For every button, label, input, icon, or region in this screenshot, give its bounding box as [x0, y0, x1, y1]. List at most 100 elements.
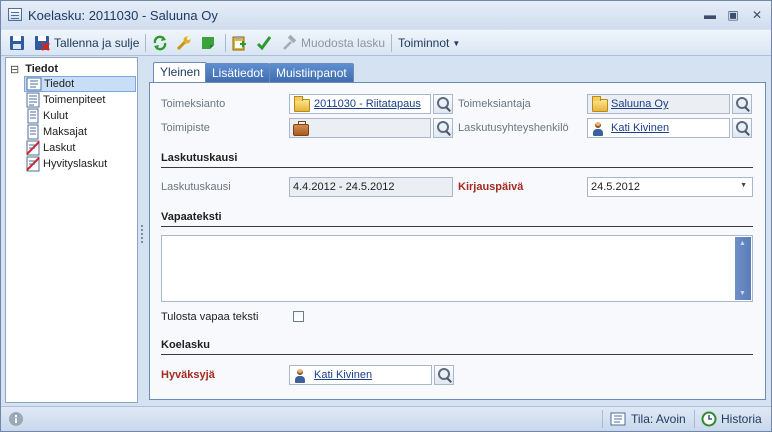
section-divider	[161, 226, 753, 227]
chevron-down-icon: ▼	[452, 38, 461, 48]
tree-item-label: Toimenpiteet	[43, 94, 106, 106]
hammer-icon	[281, 34, 297, 51]
laskutuskausi-value: 4.4.2012 - 24.5.2012	[293, 181, 395, 193]
info-icon[interactable]	[8, 410, 24, 428]
settings-button[interactable]	[176, 33, 192, 53]
toolbar-separator	[145, 34, 146, 52]
tree-item-label: Laskut	[43, 142, 76, 154]
hyvaksyja-lookup-button[interactable]	[434, 365, 454, 385]
tree-item-label: Maksajat	[43, 126, 88, 138]
history-button[interactable]: Historia	[701, 410, 762, 428]
toimipiste-label: Toimipiste	[161, 122, 210, 134]
title-bar: Koelasku: 2011030 - Saluuna Oy ▬ ▣ ✕	[1, 1, 771, 29]
statusbar-separator	[602, 410, 603, 428]
laskutuskausi-label: Laskutuskausi	[161, 181, 231, 193]
toimeksianto-lookup-button[interactable]	[433, 94, 453, 114]
scroll-down-icon[interactable]: ▼	[739, 290, 746, 297]
close-button[interactable]: ✕	[746, 6, 768, 24]
invoice-icon	[25, 140, 41, 156]
folder-icon	[294, 96, 310, 112]
actions-menu[interactable]: Toiminnot ▼	[398, 33, 460, 53]
tab-lisatiedot[interactable]: Lisätiedot	[205, 63, 271, 83]
vapaateksti-section-title: Vapaateksti	[161, 211, 222, 223]
save-close-icon	[34, 35, 50, 51]
form-icon	[8, 8, 22, 21]
app-window: Koelasku: 2011030 - Saluuna Oy ▬ ▣ ✕ Tal…	[0, 0, 772, 432]
toimeksiantaja-label: Toimeksiantaja	[458, 98, 531, 110]
statusbar-separator	[694, 410, 695, 428]
tree-item-toimenpiteet[interactable]: Toimenpiteet	[25, 92, 107, 108]
toolbar-separator	[225, 34, 226, 52]
toimeksiantaja-field[interactable]: Saluuna Oy	[587, 94, 730, 114]
tab-panel-yleinen: Toimeksianto 2011030 - Riitatapaus Toime…	[149, 82, 766, 400]
splitter-handle[interactable]	[139, 57, 145, 403]
chevron-down-icon[interactable]: ▼	[740, 182, 747, 189]
navigation-tree: ⊟ Tiedot Tiedot Toimenpiteet Kulut Maksa…	[5, 57, 138, 403]
hyvaksyja-link[interactable]: Kati Kivinen	[314, 369, 372, 381]
tree-item-tiedot[interactable]: Tiedot	[24, 76, 136, 92]
tree-item-label: Tiedot	[44, 78, 75, 90]
create-invoice-button[interactable]: Muodosta lasku	[281, 33, 385, 53]
scroll-up-icon[interactable]: ▲	[739, 240, 746, 247]
history-label: Historia	[721, 412, 762, 426]
history-icon	[701, 411, 717, 427]
toimeksiantaja-link[interactable]: Saluuna Oy	[611, 98, 668, 110]
toimeksianto-field[interactable]: 2011030 - Riitatapaus	[289, 94, 431, 114]
toimipiste-field[interactable]	[289, 118, 431, 138]
refresh-button[interactable]	[152, 33, 168, 53]
tree-item-hyvityslaskut[interactable]: Hyvityslaskut	[25, 156, 109, 172]
toimipiste-lookup-button[interactable]	[433, 118, 453, 138]
clipboard-icon	[231, 35, 247, 51]
credit-note-icon	[25, 156, 41, 172]
laskutuskausi-section-title: Laskutuskausi	[161, 152, 238, 164]
toimeksiantaja-lookup-button[interactable]	[732, 94, 752, 114]
tree-item-laskut[interactable]: Laskut	[25, 140, 77, 156]
note-button[interactable]	[200, 33, 216, 53]
document-icon	[25, 124, 41, 140]
yhteyshenkilo-field[interactable]: Kati Kivinen	[587, 118, 730, 138]
form-icon	[26, 76, 42, 92]
wrench-icon	[176, 35, 192, 51]
yhteyshenkilo-link[interactable]: Kati Kivinen	[611, 122, 669, 134]
minimize-button[interactable]: ▬	[699, 6, 721, 24]
section-divider	[161, 354, 753, 355]
textarea-scrollbar[interactable]: ▲ ▼	[735, 237, 751, 300]
yhteyshenkilo-label: Laskutusyhteyshenkilö	[458, 122, 569, 134]
tree-item-maksajat[interactable]: Maksajat	[25, 124, 89, 140]
toolbar: Tallenna ja sulje Muodosta lasku Toiminn…	[1, 30, 771, 56]
task-list-icon	[25, 92, 41, 108]
toolbar-separator	[391, 34, 392, 52]
save-button[interactable]	[9, 33, 25, 53]
toimeksianto-label: Toimeksianto	[161, 98, 226, 110]
section-divider	[161, 167, 753, 168]
tree-item-label: Hyvityslaskut	[43, 158, 108, 170]
tree-item-kulut[interactable]: Kulut	[25, 108, 70, 124]
tree-item-label: Kulut	[43, 110, 69, 122]
toimeksianto-link[interactable]: 2011030 - Riitatapaus	[314, 98, 421, 110]
tab-muistiinpanot[interactable]: Muistiinpanot	[269, 63, 354, 83]
briefcase-icon	[293, 121, 309, 136]
hyvaksyja-field[interactable]: Kati Kivinen	[289, 365, 432, 385]
tab-yleinen[interactable]: Yleinen	[153, 62, 208, 84]
tree-root-tiedot[interactable]: ⊟ Tiedot	[10, 61, 60, 77]
laskutuskausi-field: 4.4.2012 - 24.5.2012	[289, 177, 453, 197]
save-and-close-button[interactable]: Tallenna ja sulje	[34, 33, 139, 53]
hyvaksyja-label: Hyväksyjä	[161, 369, 215, 381]
folder-icon	[592, 96, 608, 112]
save-and-close-label: Tallenna ja sulje	[54, 36, 140, 50]
create-invoice-label: Muodosta lasku	[301, 36, 386, 50]
approve-button[interactable]	[256, 33, 272, 53]
tree-root-label: Tiedot	[25, 63, 59, 75]
kirjauspaiva-dropdown[interactable]: 24.5.2012 ▼	[587, 177, 753, 197]
paste-button[interactable]	[231, 33, 247, 53]
tulosta-checkbox[interactable]	[293, 311, 304, 322]
form-icon	[610, 411, 626, 427]
note-icon	[200, 35, 216, 51]
vapaateksti-textarea[interactable]: ▲ ▼	[161, 235, 753, 302]
kirjauspaiva-label: Kirjauspäivä	[458, 181, 524, 193]
yhteyshenkilo-lookup-button[interactable]	[732, 118, 752, 138]
document-icon	[25, 108, 41, 124]
collapse-icon[interactable]: ⊟	[10, 63, 19, 76]
maximize-button[interactable]: ▣	[722, 6, 744, 24]
person-icon	[592, 122, 604, 136]
